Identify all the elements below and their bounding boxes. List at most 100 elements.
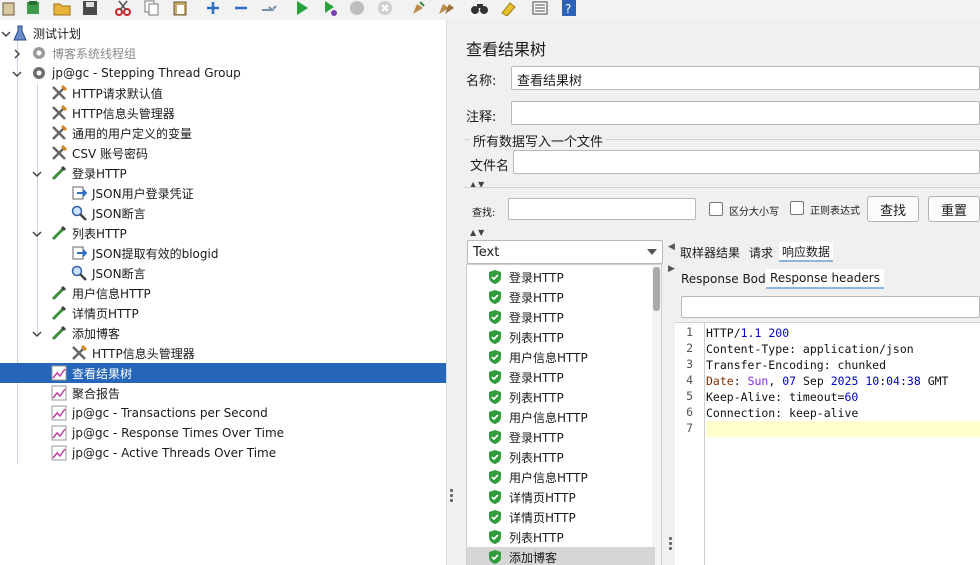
tree-item-login-http[interactable]: 登录HTTP	[50, 163, 127, 183]
tab-sampler-result[interactable]: 取样器结果	[680, 242, 740, 262]
paste-icon[interactable]	[171, 0, 189, 16]
tree-item-stepping-thread-group[interactable]: jp@gc - Stepping Thread Group	[30, 63, 241, 83]
result-item[interactable]: 登录HTTP	[467, 307, 655, 327]
tree-item-http-defaults[interactable]: HTTP请求默认值	[50, 83, 163, 103]
divider-grip	[669, 537, 672, 540]
tree-guide-line	[17, 34, 18, 464]
response-headers-editor[interactable]: 1 2 3 4 5 6 7 HTTP/1.1 200 Content-Type:…	[675, 322, 980, 565]
tree-item-response-times[interactable]: jp@gc - Response Times Over Time	[50, 423, 284, 443]
tree-item-detail-http[interactable]: 详情页HTTP	[50, 303, 139, 323]
clear-icon[interactable]	[409, 0, 427, 16]
tree-item-json-assertion[interactable]: JSON断言	[70, 263, 146, 283]
cut-icon[interactable]	[114, 0, 132, 16]
open-icon[interactable]	[53, 0, 71, 16]
result-item[interactable]: 登录HTTP	[467, 287, 655, 307]
tab-response-body[interactable]: Response Body	[681, 269, 773, 289]
result-item[interactable]: 列表HTTP	[467, 327, 655, 347]
tree-item-aggregate-report[interactable]: 聚合报告	[50, 383, 120, 403]
shutdown-icon[interactable]	[376, 0, 394, 16]
sample-results-list[interactable]: 登录HTTP 登录HTTP 登录HTTP 列表HTTP 用户信息HTTP 登录HTTP 列表…	[466, 264, 662, 565]
result-item[interactable]: 列表HTTP	[467, 527, 655, 547]
tree-item-thread-group[interactable]: 博客系统线程组	[30, 43, 136, 63]
chevron-down-icon[interactable]	[1, 29, 11, 39]
renderer-select[interactable]: Text	[467, 240, 663, 264]
arrow-left-icon[interactable]: ◀	[668, 242, 675, 252]
result-item[interactable]: 用户信息HTTP	[467, 467, 655, 487]
chevron-down-icon[interactable]	[12, 69, 22, 79]
collapse-icon[interactable]	[232, 0, 250, 16]
tree-item-header-manager-2[interactable]: HTTP信息头管理器	[70, 343, 195, 363]
line-number: 2	[686, 341, 693, 355]
result-item[interactable]: 详情页HTTP	[467, 507, 655, 527]
pipette-icon	[50, 164, 68, 182]
tree-item-csv-config[interactable]: CSV 账号密码	[50, 143, 148, 163]
tree-item-json-assertion[interactable]: JSON断言	[70, 203, 146, 223]
result-item[interactable]: 登录HTTP	[467, 427, 655, 447]
tab-response-data[interactable]: 响应数据	[779, 242, 834, 262]
chevron-down-icon[interactable]	[32, 169, 42, 179]
response-search-field[interactable]	[681, 296, 980, 318]
tree-item-json-extractor-blogid[interactable]: JSON提取有效的blogid	[70, 243, 218, 263]
split-pane-divider[interactable]	[446, 20, 458, 565]
tab-response-headers[interactable]: Response headers	[766, 269, 884, 289]
chevron-down-icon[interactable]	[32, 229, 42, 239]
tree-item-tps[interactable]: jp@gc - Transactions per Second	[50, 403, 268, 423]
result-item[interactable]: 列表HTTP	[467, 387, 655, 407]
success-shield-icon	[489, 430, 501, 444]
filename-field[interactable]	[513, 150, 980, 174]
chevron-down-icon[interactable]	[32, 329, 42, 339]
copy-icon[interactable]	[143, 0, 161, 16]
name-field[interactable]: 查看结果树	[511, 66, 980, 90]
tools-icon	[50, 104, 68, 122]
code-line: HTTP/1.1 200	[706, 326, 790, 340]
result-item[interactable]: 列表HTTP	[467, 447, 655, 467]
tree-item-view-results-tree[interactable]: 查看结果树	[0, 363, 446, 383]
regex-checkbox[interactable]	[790, 201, 804, 215]
gear-icon	[30, 44, 48, 62]
tree-item-add-blog[interactable]: 添加博客	[50, 323, 120, 343]
success-shield-icon	[489, 550, 501, 564]
search-icon[interactable]	[470, 0, 488, 16]
divider-grip	[450, 489, 453, 492]
graph-icon	[50, 424, 68, 442]
expand-icon[interactable]	[204, 0, 222, 16]
code-line-current	[706, 421, 980, 437]
tree-item-user-info-http[interactable]: 用户信息HTTP	[50, 283, 151, 303]
toggle-icon[interactable]	[260, 0, 278, 16]
help-icon[interactable]: ?	[560, 0, 578, 16]
result-item[interactable]: 添加博客	[467, 547, 655, 565]
reset-search-icon[interactable]	[499, 0, 517, 16]
chevron-right-icon[interactable]	[12, 49, 22, 59]
tree-item-user-variables[interactable]: 通用的用户定义的变量	[50, 123, 192, 143]
tree-item-header-manager[interactable]: HTTP信息头管理器	[50, 103, 175, 123]
stop-icon[interactable]	[348, 0, 366, 16]
result-item-label: 登录HTTP	[509, 370, 564, 385]
start-no-pause-icon[interactable]	[321, 0, 339, 16]
result-item[interactable]: 登录HTTP	[467, 267, 655, 287]
find-button[interactable]: 查找	[867, 196, 919, 222]
tree-item-active-threads[interactable]: jp@gc - Active Threads Over Time	[50, 443, 276, 463]
clipboard-icon[interactable]	[0, 0, 18, 16]
case-sensitive-checkbox[interactable]	[709, 202, 723, 216]
tree-item-json-extractor-login[interactable]: JSON用户登录凭证	[70, 183, 194, 203]
clear-all-icon[interactable]	[437, 0, 455, 16]
result-item[interactable]: 用户信息HTTP	[467, 347, 655, 367]
search-input[interactable]	[508, 198, 696, 220]
arrow-right-icon[interactable]: ▶	[668, 264, 675, 274]
result-item[interactable]: 用户信息HTTP	[467, 407, 655, 427]
success-shield-icon	[489, 490, 501, 504]
collapse-arrows[interactable]: ▲▼	[470, 228, 486, 237]
start-icon[interactable]	[293, 0, 311, 16]
save-icon[interactable]	[81, 0, 99, 16]
reset-button[interactable]: 重置	[928, 196, 980, 222]
tab-request[interactable]: 请求	[749, 242, 773, 262]
tree-item-list-http[interactable]: 列表HTTP	[50, 223, 127, 243]
tree-item-test-plan[interactable]: 测试计划	[11, 23, 81, 43]
function-helper-icon[interactable]	[531, 0, 549, 16]
result-item[interactable]: 详情页HTTP	[467, 487, 655, 507]
code-line: Date: Sun, 07 Sep 2025 10:04:38 GMT	[706, 374, 949, 388]
template-icon[interactable]	[24, 0, 42, 16]
result-item[interactable]: 登录HTTP	[467, 367, 655, 387]
page-title: 查看结果树	[466, 40, 547, 59]
comment-field[interactable]	[511, 101, 980, 125]
